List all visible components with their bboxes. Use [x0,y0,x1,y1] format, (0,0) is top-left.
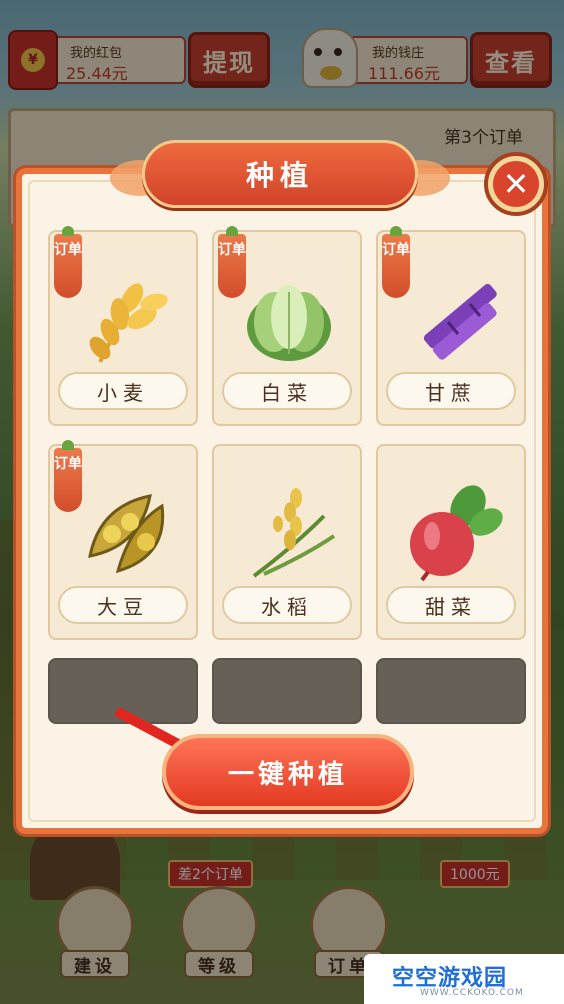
crop-name: 水稻 [222,586,352,624]
crop-card-cabbage[interactable]: 订单 白菜 [212,226,362,426]
rice-icon [252,488,336,578]
crop-card-beet[interactable]: 甜菜 [376,444,526,640]
crop-name: 甘蔗 [386,372,516,410]
close-button[interactable]: ✕ [484,152,548,216]
soybean-icon [88,494,165,574]
sugarcane-icon [423,283,497,360]
crop-card-rice[interactable]: 水稻 [212,444,362,640]
modal-title: 种植 [142,140,418,208]
cabbage-icon [247,285,331,361]
crop-card-wheat[interactable]: 订单 小麦 [48,226,198,426]
wheat-icon [89,283,168,363]
crop-name: 小麦 [58,372,188,410]
crop-card-soybean[interactable]: 订单 大豆 [48,440,198,640]
crop-name: 白菜 [222,372,352,410]
watermark-url: WWW.CCKOKO.COM [420,988,524,998]
close-icon: ✕ [493,161,539,207]
beet-icon [410,485,503,582]
crop-card-locked[interactable] [212,658,362,724]
plant-all-button[interactable]: 一键种植 [162,734,414,810]
crop-name: 大豆 [58,586,188,624]
site-watermark: 空空游戏园 WWW.CCKOKO.COM [364,954,564,1004]
crop-name: 甜菜 [386,586,516,624]
crop-card-locked[interactable] [376,658,526,724]
crop-card-sugarcane[interactable]: 订单 甘蔗 [376,226,526,426]
